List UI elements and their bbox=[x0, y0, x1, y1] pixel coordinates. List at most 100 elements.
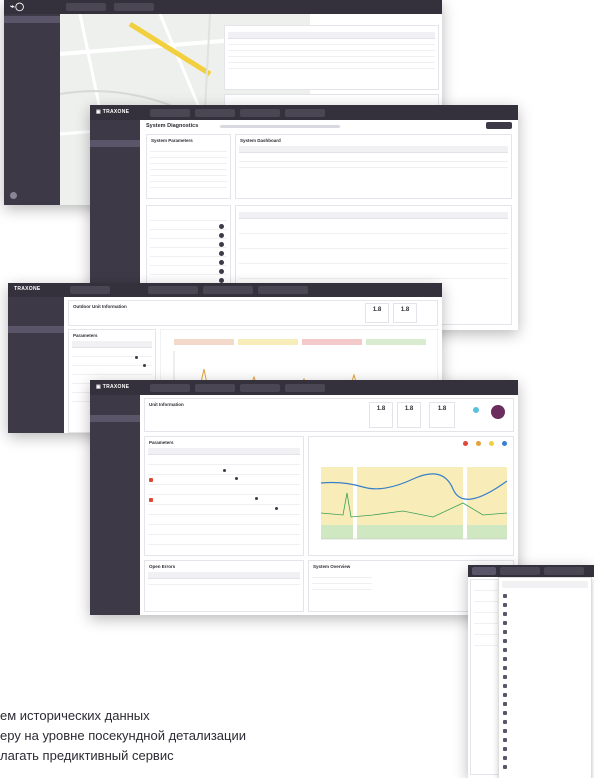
sidebar-item[interactable] bbox=[4, 97, 60, 104]
dropdown-item[interactable] bbox=[499, 636, 591, 645]
dropdown-item[interactable] bbox=[499, 591, 591, 600]
sidebar-item[interactable] bbox=[90, 451, 140, 458]
sidebar-item[interactable] bbox=[8, 398, 64, 405]
trend-chart-panel bbox=[308, 436, 514, 556]
sidebar-item[interactable] bbox=[4, 88, 60, 95]
dropdown-item[interactable] bbox=[499, 654, 591, 663]
sidebar-item[interactable] bbox=[4, 16, 60, 23]
selector-pill[interactable] bbox=[258, 286, 308, 294]
selector-pill[interactable] bbox=[240, 109, 280, 117]
selector-pill[interactable] bbox=[70, 286, 110, 294]
dropdown-item[interactable] bbox=[499, 735, 591, 744]
dropdown-item[interactable] bbox=[499, 672, 591, 681]
dropdown-search[interactable] bbox=[502, 581, 588, 588]
dropdown-item[interactable] bbox=[499, 762, 591, 771]
chart-legend bbox=[457, 441, 509, 446]
tab[interactable] bbox=[472, 567, 496, 575]
sidebar-item[interactable] bbox=[90, 167, 140, 174]
feature-bullets: ем исторических данных еру на уровне пос… bbox=[0, 706, 246, 766]
sidebar-item[interactable] bbox=[90, 122, 140, 129]
selector-pill[interactable] bbox=[148, 286, 198, 294]
filter-pill[interactable] bbox=[114, 3, 154, 11]
timeline-slider[interactable] bbox=[220, 125, 340, 128]
dropdown-item[interactable] bbox=[499, 726, 591, 735]
sidebar-item[interactable] bbox=[8, 299, 64, 306]
dropdown-menu[interactable] bbox=[498, 577, 592, 778]
search-pill[interactable] bbox=[66, 3, 106, 11]
sidebar-item[interactable] bbox=[90, 194, 140, 201]
kpi-value: 1.8 bbox=[404, 406, 414, 412]
sidebar-item[interactable] bbox=[90, 424, 140, 431]
selector-pill[interactable] bbox=[203, 286, 253, 294]
sidebar-item[interactable] bbox=[4, 25, 60, 32]
sidebar-item[interactable] bbox=[8, 371, 64, 378]
sidebar-item[interactable] bbox=[4, 34, 60, 41]
screenshot-unit-trends: ▣ TRAXONE Unit Information 1.8 1.8 1.8 P… bbox=[90, 380, 518, 615]
dropdown-item[interactable] bbox=[499, 690, 591, 699]
tab[interactable] bbox=[544, 567, 584, 575]
dropdown-item[interactable] bbox=[499, 744, 591, 753]
avatar[interactable] bbox=[10, 192, 17, 199]
sidebar-item[interactable] bbox=[8, 335, 64, 342]
dropdown-item[interactable] bbox=[499, 681, 591, 690]
sidebar-item[interactable] bbox=[4, 43, 60, 50]
sidebar-item[interactable] bbox=[90, 131, 140, 138]
dropdown-item[interactable] bbox=[499, 699, 591, 708]
sidebar-item[interactable] bbox=[90, 406, 140, 413]
dropdown-item[interactable] bbox=[499, 600, 591, 609]
tab[interactable] bbox=[500, 567, 540, 575]
sidebar-item[interactable] bbox=[90, 140, 140, 147]
status-indicator bbox=[473, 407, 479, 413]
panel-title: Parameters bbox=[73, 333, 98, 338]
dropdown-item[interactable] bbox=[499, 645, 591, 654]
sidebar-item[interactable] bbox=[90, 149, 140, 156]
sidebar-item[interactable] bbox=[8, 362, 64, 369]
sidebar-item[interactable] bbox=[8, 317, 64, 324]
trend-chart[interactable] bbox=[313, 453, 509, 553]
error-marker bbox=[149, 478, 153, 482]
selector-pill[interactable] bbox=[150, 109, 190, 117]
sidebar-item[interactable] bbox=[90, 176, 140, 183]
dropdown-item[interactable] bbox=[499, 753, 591, 762]
sidebar-item[interactable] bbox=[8, 353, 64, 360]
selector-pill[interactable] bbox=[285, 109, 325, 117]
tab-bar bbox=[468, 565, 594, 577]
avatar[interactable] bbox=[491, 405, 505, 419]
sidebar-item[interactable] bbox=[90, 397, 140, 404]
sidebar bbox=[8, 297, 64, 433]
dropdown-item[interactable] bbox=[499, 663, 591, 672]
page-title: System Diagnostics bbox=[146, 123, 199, 129]
sidebar-item[interactable] bbox=[8, 389, 64, 396]
dropdown-item[interactable] bbox=[499, 618, 591, 627]
sidebar-item[interactable] bbox=[4, 70, 60, 77]
sidebar-item[interactable] bbox=[8, 344, 64, 351]
sidebar-item[interactable] bbox=[4, 61, 60, 68]
sidebar-item[interactable] bbox=[4, 52, 60, 59]
selector-pill[interactable] bbox=[285, 384, 325, 392]
sidebar-item[interactable] bbox=[8, 326, 64, 333]
sidebar-item[interactable] bbox=[8, 380, 64, 387]
dropdown-item[interactable] bbox=[499, 717, 591, 726]
parameters-panel: Parameters bbox=[144, 436, 304, 556]
sidebar-item[interactable] bbox=[8, 308, 64, 315]
selector-pill[interactable] bbox=[195, 384, 235, 392]
selector-pill[interactable] bbox=[240, 384, 280, 392]
dropdown-item[interactable] bbox=[499, 609, 591, 618]
app-logo: ▣ TRAXONE bbox=[96, 384, 130, 390]
sidebar-item[interactable] bbox=[90, 433, 140, 440]
selector-pill[interactable] bbox=[150, 384, 190, 392]
app-logo: TRAXONE bbox=[14, 286, 41, 292]
panel-title: Parameters bbox=[149, 440, 174, 445]
dropdown-item[interactable] bbox=[499, 627, 591, 636]
action-button[interactable] bbox=[486, 122, 512, 129]
sidebar-item[interactable] bbox=[4, 79, 60, 86]
topbar: ⌁◯ bbox=[4, 0, 442, 14]
selector-pill[interactable] bbox=[195, 109, 235, 117]
sidebar-item[interactable] bbox=[90, 158, 140, 165]
sidebar-item[interactable] bbox=[90, 442, 140, 449]
sidebar-item[interactable] bbox=[90, 185, 140, 192]
sidebar-item[interactable] bbox=[90, 460, 140, 467]
dropdown-item[interactable] bbox=[499, 708, 591, 717]
sidebar-item[interactable] bbox=[90, 415, 140, 422]
bullet-line: ем исторических данных bbox=[0, 708, 150, 723]
